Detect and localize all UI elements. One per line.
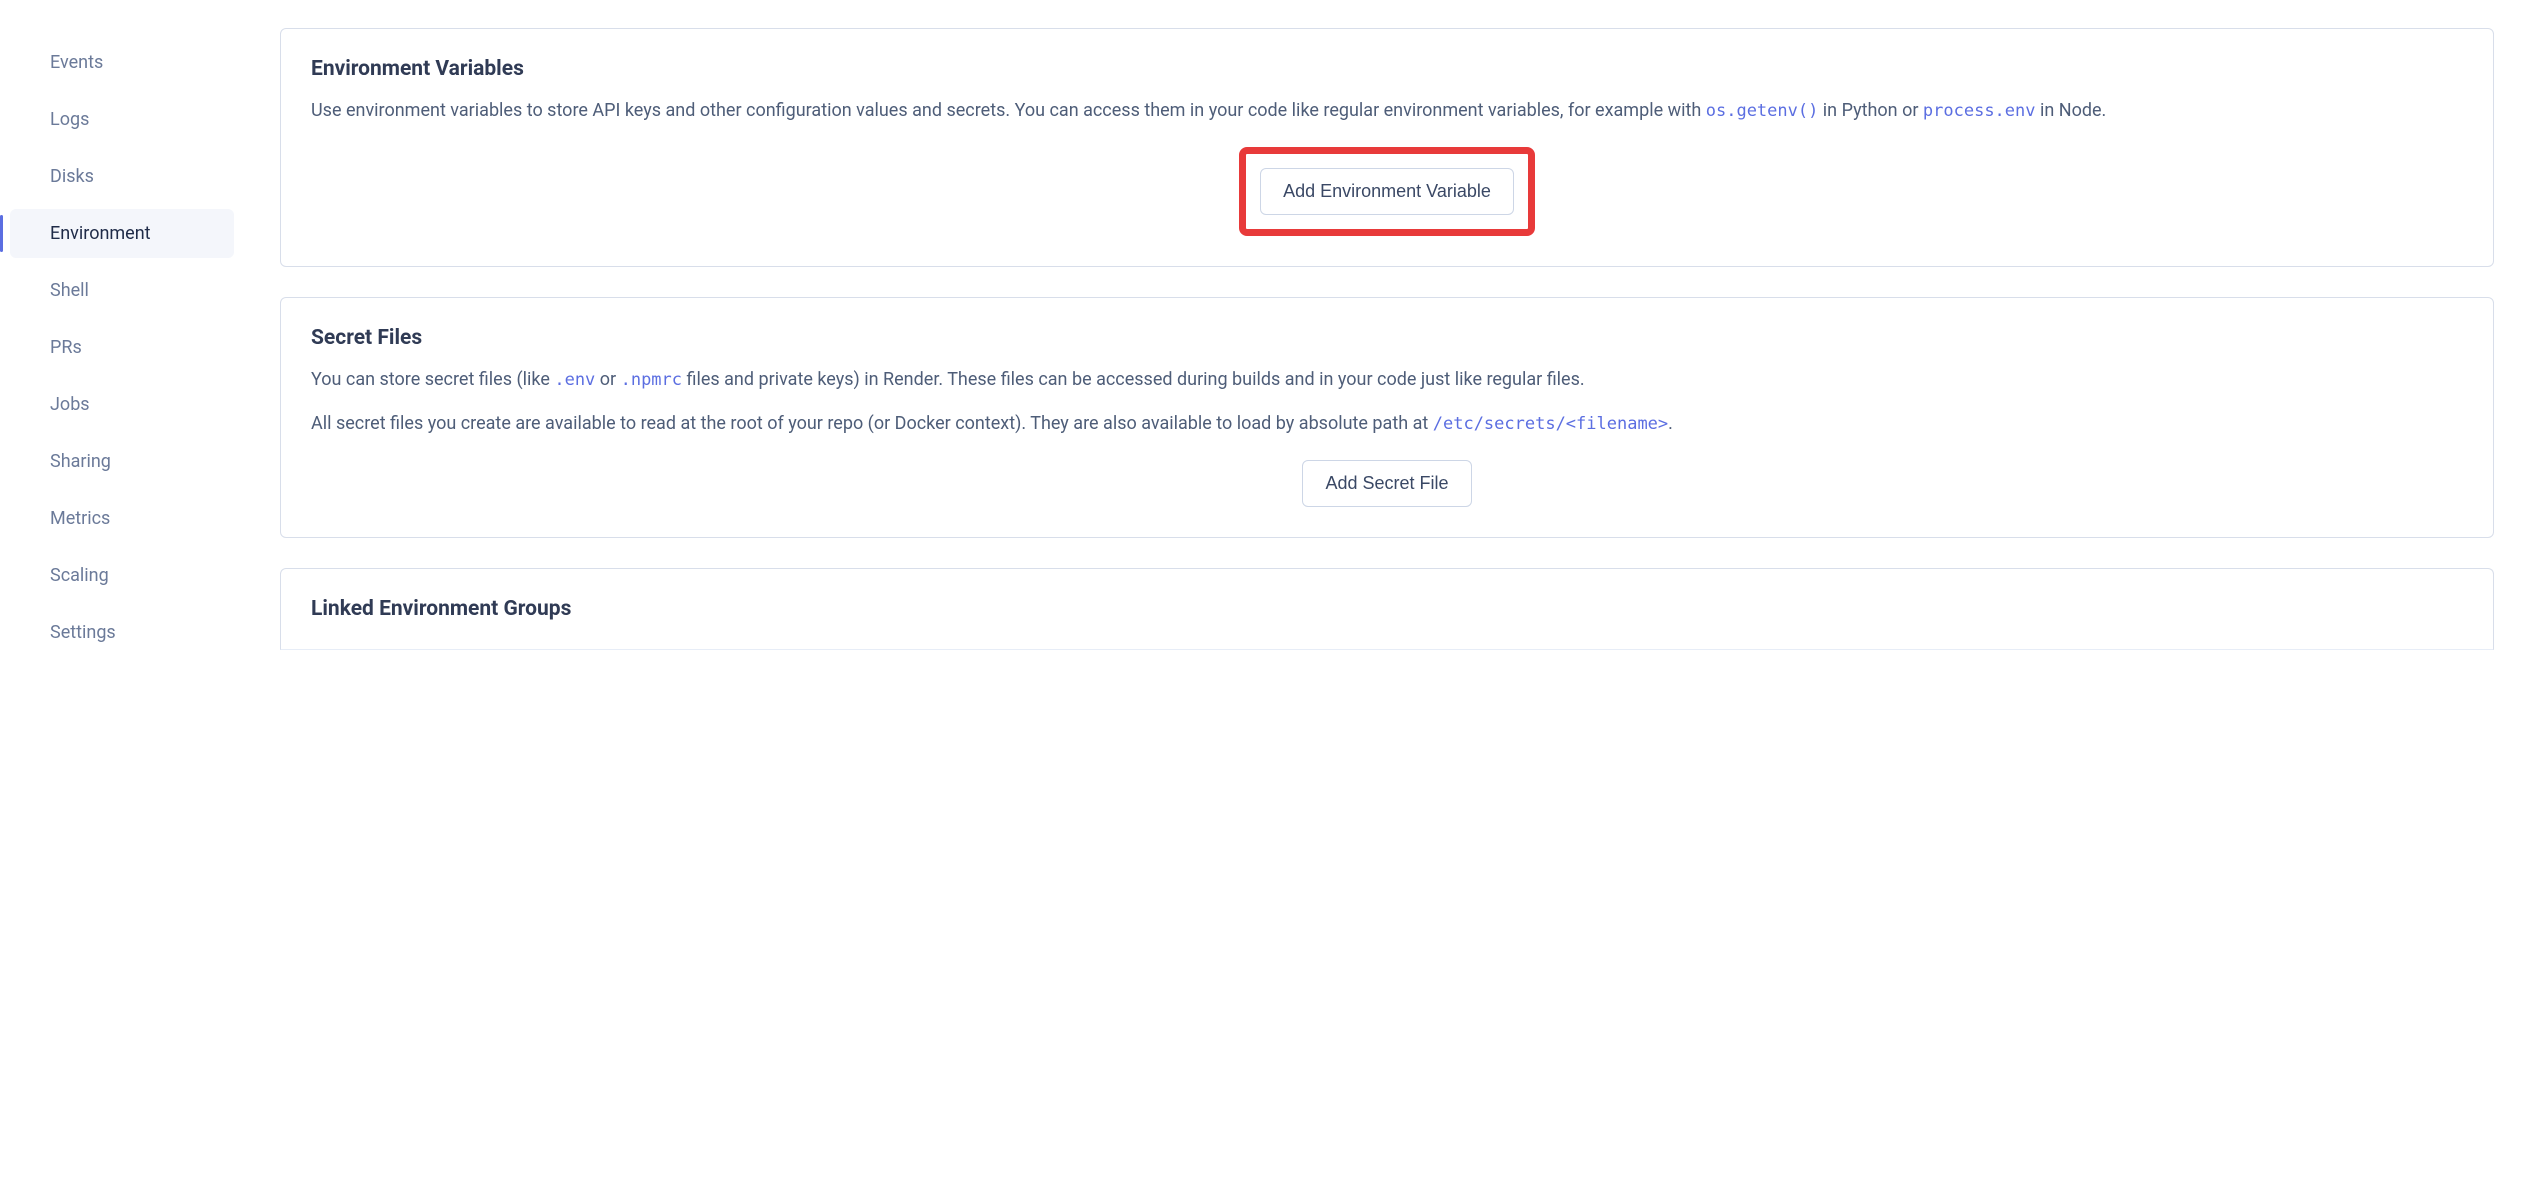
- sidebar-item-disks[interactable]: Disks: [10, 152, 234, 201]
- env-vars-title: Environment Variables: [311, 57, 2463, 81]
- env-vars-desc-suffix: in Node.: [2036, 100, 2107, 121]
- secret-files-desc1-suffix: files and private keys) in Render. These…: [682, 369, 1585, 390]
- sidebar-item-prs[interactable]: PRs: [10, 323, 234, 372]
- annotation-highlight: Add Environment Variable: [1239, 147, 1535, 236]
- sidebar-item-label: Scaling: [50, 565, 109, 586]
- sidebar-item-events[interactable]: Events: [10, 38, 234, 87]
- sidebar-item-label: Environment: [50, 223, 151, 244]
- secret-files-desc2-prefix: All secret files you create are availabl…: [311, 413, 1433, 434]
- sidebar-item-metrics[interactable]: Metrics: [10, 494, 234, 543]
- env-vars-desc-mid: in Python or: [1818, 100, 1923, 121]
- code-env: .env: [554, 370, 595, 390]
- env-vars-button-row: Add Environment Variable: [311, 147, 2463, 236]
- sidebar-item-shell[interactable]: Shell: [10, 266, 234, 315]
- sidebar-item-label: Sharing: [50, 451, 111, 472]
- linked-env-groups-card: Linked Environment Groups: [280, 568, 2494, 650]
- code-npmrc: .npmrc: [621, 370, 682, 390]
- sidebar-item-label: Metrics: [50, 508, 110, 529]
- add-secret-file-button[interactable]: Add Secret File: [1302, 460, 1471, 507]
- sidebar-item-label: Settings: [50, 622, 116, 643]
- secret-files-card: Secret Files You can store secret files …: [280, 297, 2494, 538]
- linked-env-groups-title: Linked Environment Groups: [311, 597, 2463, 621]
- code-node: process.env: [1923, 101, 2036, 121]
- secret-files-desc-2: All secret files you create are availabl…: [311, 410, 2463, 438]
- add-env-var-button[interactable]: Add Environment Variable: [1260, 168, 1514, 215]
- sidebar-item-label: Jobs: [50, 394, 90, 415]
- code-python: os.getenv(): [1706, 101, 1819, 121]
- sidebar-item-environment[interactable]: Environment: [10, 209, 234, 258]
- sidebar-item-label: Shell: [50, 280, 89, 301]
- sidebar-item-label: Disks: [50, 166, 94, 187]
- env-vars-description: Use environment variables to store API k…: [311, 97, 2463, 125]
- sidebar-item-logs[interactable]: Logs: [10, 95, 234, 144]
- secret-files-button-row: Add Secret File: [311, 460, 2463, 507]
- code-path: /etc/secrets/<filename>: [1433, 414, 1668, 434]
- sidebar-item-scaling[interactable]: Scaling: [10, 551, 234, 600]
- secret-files-desc1-prefix: You can store secret files (like: [311, 369, 554, 390]
- sidebar-item-settings[interactable]: Settings: [10, 608, 234, 657]
- secret-files-desc2-suffix: .: [1668, 413, 1673, 434]
- sidebar-item-label: Events: [50, 52, 103, 73]
- sidebar-item-jobs[interactable]: Jobs: [10, 380, 234, 429]
- secret-files-desc-1: You can store secret files (like .env or…: [311, 366, 2463, 394]
- sidebar-item-sharing[interactable]: Sharing: [10, 437, 234, 486]
- secret-files-desc1-mid: or: [595, 369, 620, 390]
- sidebar: Events Logs Disks Environment Shell PRs …: [0, 20, 250, 1178]
- env-vars-card: Environment Variables Use environment va…: [280, 28, 2494, 267]
- main-content: Environment Variables Use environment va…: [250, 20, 2534, 1178]
- sidebar-item-label: PRs: [50, 337, 82, 358]
- env-vars-desc-prefix: Use environment variables to store API k…: [311, 100, 1706, 121]
- sidebar-item-label: Logs: [50, 109, 89, 130]
- secret-files-title: Secret Files: [311, 326, 2463, 350]
